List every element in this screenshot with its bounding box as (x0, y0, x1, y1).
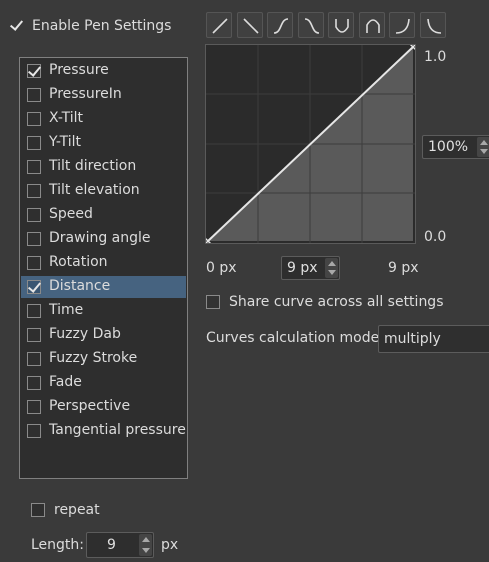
sensor-checkbox[interactable] (27, 352, 41, 366)
arch-curve-icon (365, 19, 380, 33)
sensor-label: Rotation (49, 254, 108, 270)
sensor-item[interactable]: Tilt direction (21, 156, 186, 178)
l-curve-icon (426, 18, 441, 34)
u-curve-icon (335, 19, 349, 33)
sensor-label: Fade (49, 374, 82, 390)
curve-y-min-label: 0.0 (424, 229, 447, 245)
length-spinbox[interactable]: 9 (86, 532, 154, 558)
repeat-label: repeat (54, 502, 100, 518)
enable-pen-settings-check[interactable] (10, 19, 24, 33)
curve-preset-button[interactable] (297, 12, 324, 38)
sensor-item[interactable]: Rotation (21, 252, 186, 274)
curve-preset-button[interactable] (267, 12, 293, 38)
sensor-label: Time (49, 302, 84, 318)
sensor-label: Fuzzy Stroke (49, 350, 138, 366)
sensor-item[interactable]: Distance (21, 276, 186, 298)
sensor-checkbox[interactable] (27, 112, 41, 126)
sensor-checkbox[interactable] (27, 304, 41, 318)
curve-x-spinbox[interactable]: 9 px (281, 256, 340, 280)
sensor-item[interactable]: Fuzzy Dab (21, 324, 186, 346)
curve-y-spinbox[interactable]: 100% (422, 135, 489, 159)
sensor-item[interactable]: Y-Tilt (21, 132, 186, 154)
sensor-label: X-Tilt (49, 110, 84, 126)
sensor-item[interactable]: Pressure (21, 60, 186, 82)
linear-down-icon (242, 18, 259, 34)
calc-mode-value: multiply (384, 331, 441, 347)
spin-arrows-icon[interactable] (139, 534, 152, 556)
length-label: Length: (31, 537, 85, 553)
sensor-checkbox[interactable] (27, 136, 41, 150)
sensor-label: Y-Tilt (49, 134, 82, 150)
curve-preset-button[interactable] (389, 12, 415, 38)
sensor-item[interactable]: Fuzzy Stroke (21, 348, 186, 370)
length-spin-value: 9 (107, 537, 116, 553)
sensor-item[interactable]: Tangential pressure (21, 420, 186, 442)
sensor-item[interactable]: Tilt elevation (21, 180, 186, 202)
enable-pen-settings-checkbox[interactable]: Enable Pen Settings (10, 17, 172, 37)
sensor-list[interactable]: Pressure PressureIn X-Tilt Y-Tilt Tilt direc… (19, 57, 188, 479)
s-curve-down-icon (304, 18, 319, 34)
length-unit: px (161, 537, 179, 553)
sensor-label: Distance (49, 278, 111, 294)
sensor-label: PressureIn (49, 86, 122, 102)
sensor-checkbox[interactable] (27, 160, 41, 174)
sensor-checkbox[interactable] (27, 232, 41, 246)
curve-y-spin-value: 100% (428, 139, 469, 155)
curve-graph[interactable] (206, 45, 415, 243)
curve-x-min-label: 0 px (206, 260, 237, 276)
calc-mode-label: Curves calculation mode: (206, 330, 384, 346)
curve-preset-button[interactable] (328, 12, 354, 38)
sensor-checkbox[interactable] (27, 424, 41, 438)
sensor-item[interactable]: Time (21, 300, 186, 322)
sensor-item[interactable]: Fade (21, 372, 186, 394)
sensor-checkbox[interactable] (27, 280, 41, 294)
sensor-item[interactable]: Perspective (21, 396, 186, 418)
curve-preset-button[interactable] (236, 12, 263, 38)
curve-y-max-label: 1.0 (424, 49, 447, 65)
sensor-item[interactable]: X-Tilt (21, 108, 186, 130)
sensor-label: Pressure (49, 62, 109, 78)
curve-preset-button[interactable] (358, 12, 385, 38)
sensor-label: Tilt direction (49, 158, 137, 174)
sensor-checkbox[interactable] (27, 88, 41, 102)
sensor-checkbox[interactable] (27, 256, 41, 270)
repeat-checkbox[interactable]: repeat (31, 501, 121, 521)
sensor-label: Tilt elevation (49, 182, 140, 198)
j-curve-icon (395, 18, 410, 34)
curve-preset-button[interactable] (419, 12, 446, 38)
sensor-checkbox[interactable] (27, 64, 41, 78)
sensor-label: Speed (49, 206, 93, 222)
sensor-label: Tangential pressure (49, 422, 186, 438)
curve-x-spin-value: 9 px (287, 260, 318, 276)
sensor-item[interactable]: PressureIn (21, 84, 186, 106)
curve-editor[interactable] (205, 44, 416, 244)
linear-up-icon (212, 18, 228, 34)
sensor-label: Drawing angle (49, 230, 151, 246)
sensor-label: Fuzzy Dab (49, 326, 121, 342)
spin-arrows-icon[interactable] (477, 137, 489, 157)
curve-preset-button[interactable] (206, 12, 232, 38)
curve-x-max-label: 9 px (388, 260, 419, 276)
sensor-checkbox[interactable] (27, 328, 41, 342)
sensor-checkbox[interactable] (27, 184, 41, 198)
sensor-checkbox[interactable] (27, 208, 41, 222)
sensor-item[interactable]: Drawing angle (21, 228, 186, 250)
share-curve-label: Share curve across all settings (229, 294, 444, 310)
share-curve-checkbox[interactable]: Share curve across all settings (206, 293, 444, 313)
enable-pen-settings-label: Enable Pen Settings (32, 18, 172, 34)
sensor-item[interactable]: Speed (21, 204, 186, 226)
s-curve-up-icon (273, 18, 289, 34)
sensor-label: Perspective (49, 398, 131, 414)
repeat-check[interactable] (31, 503, 45, 517)
sensor-checkbox[interactable] (27, 376, 41, 390)
spin-arrows-icon[interactable] (325, 258, 338, 278)
share-curve-check[interactable] (206, 295, 220, 309)
sensor-checkbox[interactable] (27, 400, 41, 414)
calc-mode-combo[interactable]: multiply (378, 325, 489, 353)
